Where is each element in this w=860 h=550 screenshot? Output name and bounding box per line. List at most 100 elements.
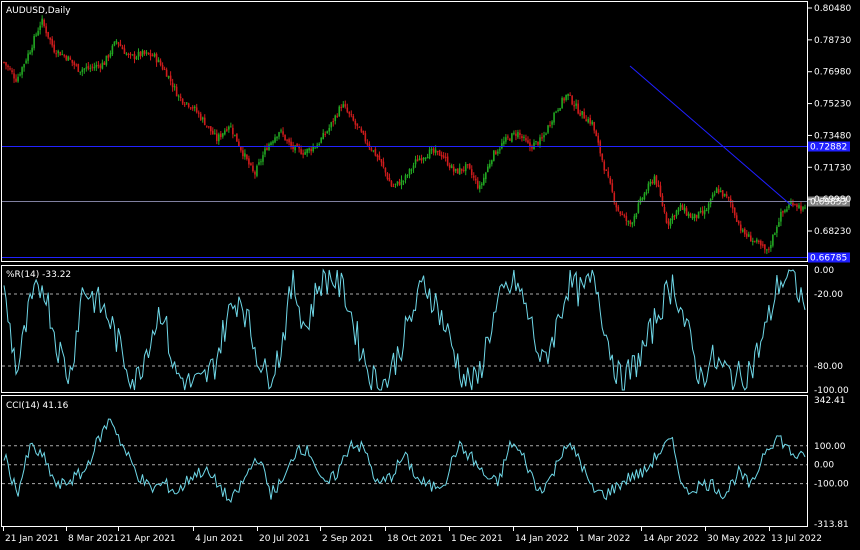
candle-body [105, 55, 108, 65]
candle-body [288, 139, 290, 143]
candle-body [382, 161, 385, 167]
candle-body [424, 157, 427, 159]
date-tick-label: 21 Apr 2021 [120, 534, 176, 544]
candle-body [782, 211, 784, 213]
candle-body [97, 65, 100, 67]
trading-chart[interactable]: 0.728820.698530.66785 0.804800.787300.76… [0, 0, 860, 550]
candle-body [199, 113, 202, 120]
candle-body [659, 185, 662, 196]
candle-body [715, 188, 718, 194]
wpr-indicator-line[interactable] [3, 268, 806, 391]
cci-label: CCI(14) 41.16 [6, 401, 69, 411]
candle-body [75, 64, 78, 66]
candle-body [617, 206, 620, 211]
date-tick-label: 1 Mar 2022 [579, 534, 630, 544]
candle-body [583, 111, 585, 119]
candle-body [292, 145, 294, 150]
candle-body [454, 168, 457, 171]
candle-body [207, 126, 210, 128]
candle-body [51, 38, 53, 46]
main-pane-frame [1, 1, 808, 262]
candle-body [499, 149, 501, 151]
candle-body [615, 203, 618, 208]
candle-body [406, 175, 409, 177]
candle-body [641, 198, 644, 200]
candle-body [774, 233, 776, 235]
trendline[interactable] [629, 65, 793, 207]
candle-body [33, 35, 35, 49]
candle-body [372, 150, 375, 152]
candle-body [766, 249, 768, 251]
candle-body [515, 133, 517, 136]
candle-body [677, 207, 680, 212]
candle-body [304, 152, 306, 155]
candle-body [450, 165, 453, 168]
candle-body [478, 185, 481, 190]
candle-body [661, 195, 664, 206]
candle-body [482, 177, 485, 185]
candle-body [370, 148, 373, 151]
candle-body [772, 234, 774, 246]
candle-body [525, 138, 527, 141]
candle-body [362, 130, 365, 134]
candle-body [155, 53, 158, 63]
candle-body [13, 73, 15, 79]
candle-body [258, 162, 260, 165]
candle-body [137, 51, 140, 57]
cci-indicator-line[interactable] [3, 418, 806, 504]
candle-body [220, 133, 222, 138]
candle-body [613, 192, 616, 203]
candle-body [792, 202, 794, 206]
candle-body [115, 40, 118, 43]
candle-body [171, 82, 174, 88]
wpr-axis: 0.00 -20.00 -80.00 -100.00 [814, 266, 849, 396]
candle-body [683, 207, 686, 212]
candle-body [376, 155, 379, 157]
candle-body [752, 240, 754, 242]
date-tick-label: 18 Oct 2021 [387, 534, 443, 544]
candle-body [83, 68, 86, 70]
candle-body [378, 155, 381, 160]
candle-body [352, 116, 355, 121]
candle-body [125, 53, 128, 55]
candle-body [374, 149, 377, 156]
candle-body [93, 67, 96, 69]
candle-body [776, 226, 778, 233]
candle-body [697, 211, 700, 219]
candle-body [780, 211, 782, 222]
candle-body [573, 105, 575, 107]
candle-body [505, 137, 507, 142]
candle-body [804, 207, 806, 209]
candlestick-series[interactable] [3, 15, 806, 255]
candle-body [31, 47, 33, 53]
candle-body [589, 117, 591, 124]
candle-body [328, 127, 331, 132]
candle-body [733, 207, 736, 216]
candle-body [420, 158, 423, 161]
candle-body [177, 95, 180, 97]
wpr-tick-label: -20.00 [814, 290, 843, 300]
candle-body [800, 205, 802, 211]
candle-body [312, 146, 314, 152]
candle-body [79, 71, 82, 73]
candle-body [416, 159, 419, 162]
candle-body [35, 34, 37, 36]
candle-body [593, 122, 596, 131]
candle-body [523, 136, 525, 138]
candle-body [768, 248, 770, 250]
candle-body [346, 107, 349, 112]
candle-body [745, 233, 748, 237]
candle-body [595, 130, 598, 137]
cci-tick-label: 100.00 [814, 442, 846, 452]
candle-body [577, 103, 579, 114]
candle-body [242, 150, 244, 157]
candle-body [739, 224, 742, 231]
candle-body [37, 30, 39, 36]
candle-body [713, 193, 716, 195]
candle-body [89, 67, 92, 69]
candle-body [179, 96, 182, 98]
candle-body [657, 184, 660, 187]
price-tick-label: 0.73480 [814, 131, 851, 141]
candle-body [248, 158, 250, 165]
candle-body [665, 213, 668, 223]
